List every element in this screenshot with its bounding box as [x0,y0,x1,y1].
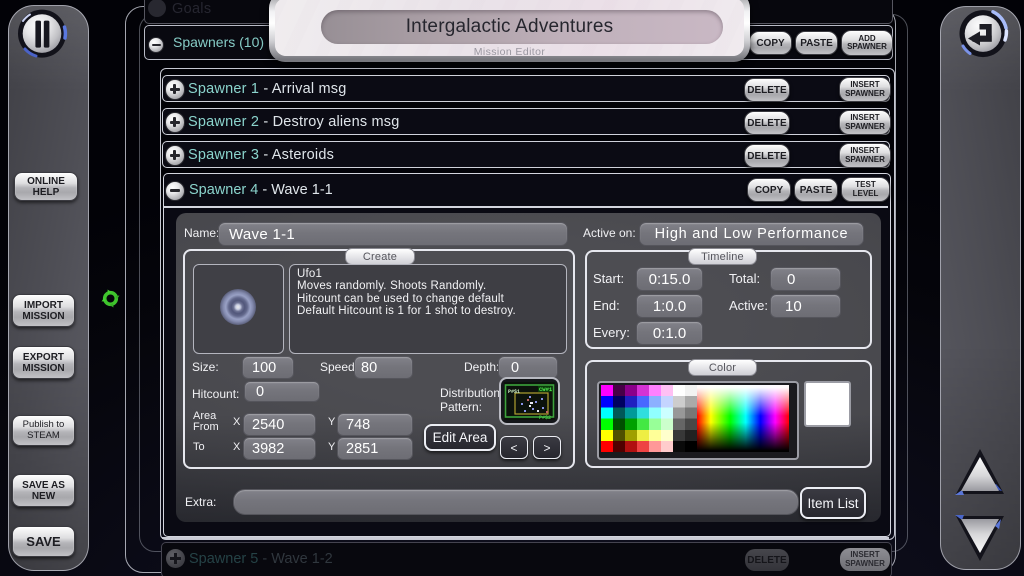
svg-text:CW#1: CW#1 [539,386,553,393]
svg-text:P#$2: P#$2 [539,415,551,421]
svg-text:P#$1: P#$1 [508,389,520,395]
